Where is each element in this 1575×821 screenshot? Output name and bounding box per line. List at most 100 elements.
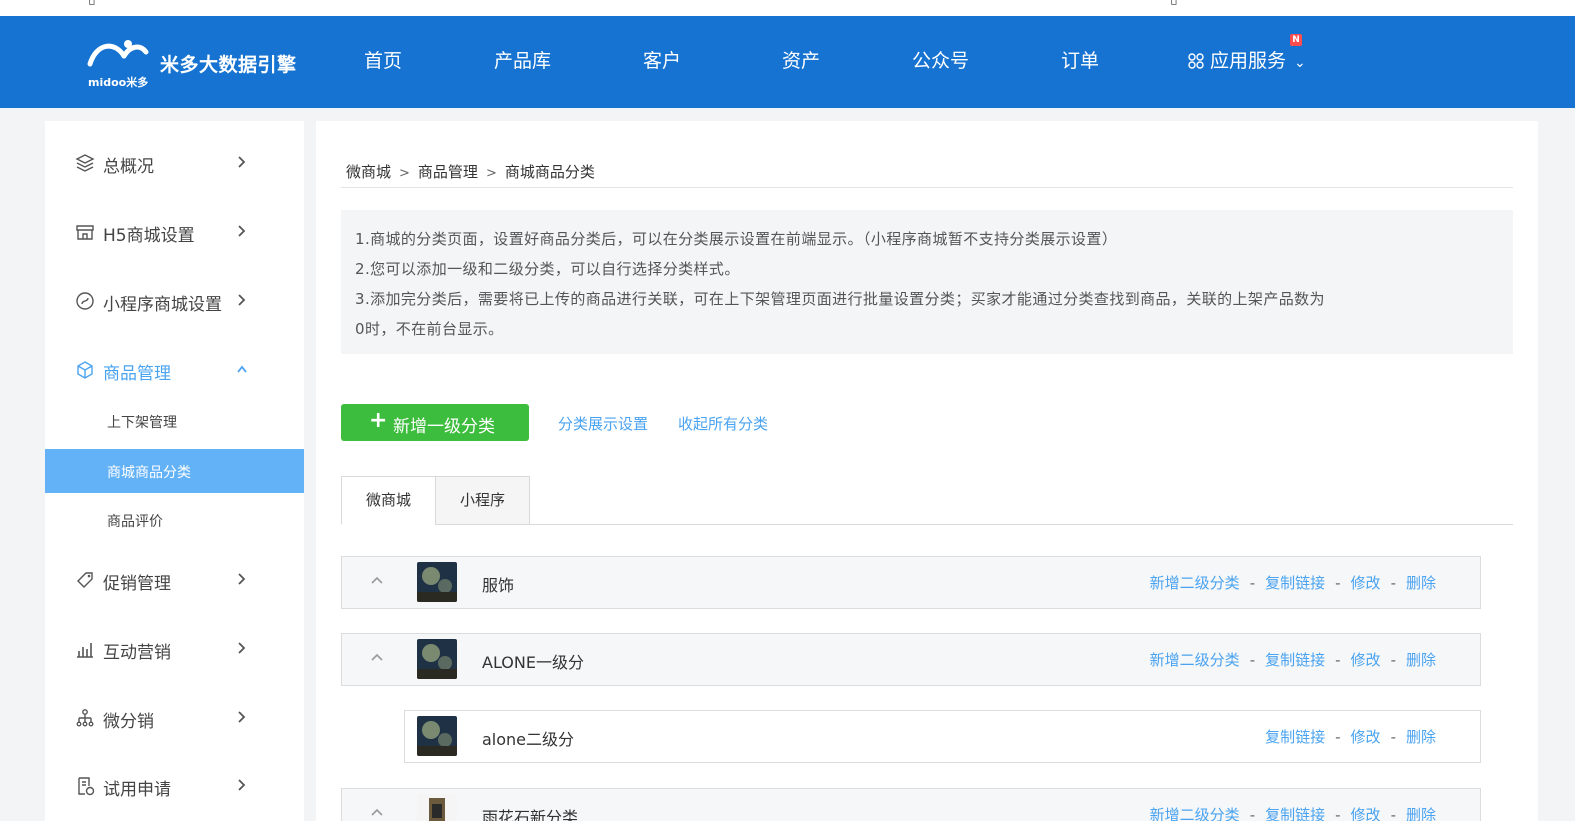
breadcrumb-item[interactable]: 商品管理 xyxy=(418,163,478,181)
nav-official-account[interactable]: 公众号 xyxy=(912,46,969,73)
category-thumbnail xyxy=(417,794,457,821)
category-name: 雨花石新分类 xyxy=(482,808,579,821)
delete-link[interactable]: 删除 xyxy=(1406,651,1436,669)
action-separator: - xyxy=(1249,806,1256,821)
nav-products[interactable]: 产品库 xyxy=(494,46,551,73)
sidebar-item-distribution[interactable]: 微分销 xyxy=(45,696,304,740)
nav-customers[interactable]: 客户 xyxy=(643,46,681,73)
sidebar-item-label: 互动营销 xyxy=(103,643,171,663)
action-separator: - xyxy=(1335,651,1341,669)
nav-assets[interactable]: 资产 xyxy=(782,46,820,73)
sidebar-item-trial-application[interactable]: 试用申请 xyxy=(45,764,304,808)
sidebar-item-h5-mall[interactable]: H5商城设置 xyxy=(45,210,304,254)
sidebar-subitem-label: 上下架管理 xyxy=(107,415,177,431)
nav-app-services[interactable]: 应用服务 ⌄ xyxy=(1188,46,1306,73)
sidebar-item-product-management[interactable]: 商品管理 xyxy=(45,348,304,392)
form-icon xyxy=(78,777,95,796)
category-thumbnail xyxy=(417,639,457,679)
edit-link[interactable]: 修改 xyxy=(1351,806,1381,821)
copy-link-link[interactable]: 复制链接 xyxy=(1265,651,1325,669)
copy-link-link[interactable]: 复制链接 xyxy=(1265,574,1325,592)
chevron-down-icon: ⌄ xyxy=(1294,55,1306,71)
add-top-category-label: 新增一级分类 xyxy=(393,417,495,437)
nav-orders[interactable]: 订单 xyxy=(1061,46,1099,73)
action-separator: - xyxy=(1335,574,1341,592)
sidebar-subitem-shelf-management[interactable]: 上下架管理 xyxy=(45,399,304,443)
chevron-right-icon xyxy=(238,573,246,585)
category-thumbnail xyxy=(417,716,457,756)
breadcrumb: 微商城 > 商品管理 > 商城商品分类 xyxy=(346,161,595,182)
notice-line: 2.您可以添加一级和二级分类，可以自行选择分类样式。 xyxy=(355,260,740,278)
chevron-right-icon xyxy=(238,779,246,791)
category-row: 雨花石新分类 新增二级分类 - 复制链接 - 修改 - 删除 xyxy=(341,788,1481,821)
layers-icon xyxy=(75,154,95,172)
action-separator: - xyxy=(1390,806,1396,821)
breadcrumb-separator: > xyxy=(485,166,497,181)
sidebar-item-interactive-marketing[interactable]: 互动营销 xyxy=(45,627,304,671)
collapse-toggle-icon[interactable] xyxy=(370,573,384,587)
nav-home[interactable]: 首页 xyxy=(364,46,402,73)
plus-icon: + xyxy=(369,408,388,433)
sidebar-item-mini-program-mall[interactable]: 小程序商城设置 xyxy=(45,279,304,323)
sidebar-item-label: 促销管理 xyxy=(103,574,171,594)
org-tree-icon xyxy=(76,709,94,727)
nav-app-services-label: 应用服务 xyxy=(1210,50,1287,72)
cube-icon xyxy=(77,361,93,379)
category-actions: 新增二级分类 - 复制链接 - 修改 - 删除 xyxy=(1150,572,1436,593)
action-separator: - xyxy=(1335,728,1341,746)
action-separator: - xyxy=(1335,806,1341,821)
breadcrumb-item-current: 商城商品分类 xyxy=(504,163,595,181)
action-separator: - xyxy=(1249,651,1256,669)
edit-link[interactable]: 修改 xyxy=(1351,574,1381,592)
category-name: ALONE一级分 xyxy=(482,653,584,672)
sidebar-item-label: 小程序商城设置 xyxy=(103,295,222,315)
category-actions: 复制链接 - 修改 - 删除 xyxy=(1265,726,1436,747)
action-separator: - xyxy=(1390,728,1396,746)
divider xyxy=(341,187,1513,188)
sidebar-item-promotion[interactable]: 促销管理 xyxy=(45,558,304,602)
chevron-right-icon xyxy=(238,225,246,237)
top-bar-fragment: ▯ xyxy=(1170,0,1178,7)
sidebar-item-overview[interactable]: 总概况 xyxy=(45,141,304,185)
shop-icon xyxy=(76,225,94,240)
copy-link-link[interactable]: 复制链接 xyxy=(1265,806,1325,821)
brand-logo[interactable]: 米多大数据引擎 midoo米多 xyxy=(84,38,314,89)
category-row: 服饰 新增二级分类 - 复制链接 - 修改 - 删除 xyxy=(341,556,1481,609)
bar-chart-icon xyxy=(77,643,93,658)
sidebar-item-label: H5商城设置 xyxy=(103,226,195,246)
category-actions: 新增二级分类 - 复制链接 - 修改 - 删除 xyxy=(1150,804,1436,821)
add-subcategory-link[interactable]: 新增二级分类 xyxy=(1150,574,1240,592)
chevron-right-icon xyxy=(238,156,246,168)
copy-link-link[interactable]: 复制链接 xyxy=(1265,728,1325,746)
sidebar-subitem-product-reviews[interactable]: 商品评价 xyxy=(45,498,304,542)
action-separator: - xyxy=(1249,574,1256,592)
chevron-right-icon xyxy=(238,642,246,654)
tab-mini-program[interactable]: 小程序 xyxy=(435,476,530,525)
collapse-toggle-icon[interactable] xyxy=(370,805,384,819)
main-content: 微商城 > 商品管理 > 商城商品分类 1.商城的分类页面，设置好商品分类后，可以在分类… xyxy=(316,121,1538,821)
sidebar: 总概况 H5商城设置 小程序商城设置 商品管理 上下架管理 商城商品分类 商品评… xyxy=(45,121,304,821)
top-utility-bar: ▯ ▯ xyxy=(0,0,1575,16)
breadcrumb-item[interactable]: 微商城 xyxy=(346,163,391,181)
breadcrumb-separator: > xyxy=(399,166,410,181)
category-name: alone二级分 xyxy=(482,730,575,749)
delete-link[interactable]: 删除 xyxy=(1406,728,1436,746)
collapse-all-link[interactable]: 收起所有分类 xyxy=(678,413,768,434)
brand-name: 米多大数据引擎 xyxy=(160,54,297,76)
delete-link[interactable]: 删除 xyxy=(1406,574,1436,592)
notice-line: 0时，不在前台显示。 xyxy=(355,320,504,338)
sidebar-item-label: 微分销 xyxy=(103,712,154,732)
sidebar-subitem-mall-categories[interactable]: 商城商品分类 xyxy=(45,449,304,493)
add-top-category-button[interactable]: + 新增一级分类 xyxy=(341,404,529,441)
tab-wechat-mall[interactable]: 微商城 xyxy=(341,476,436,525)
add-subcategory-link[interactable]: 新增二级分类 xyxy=(1150,806,1240,821)
delete-link[interactable]: 删除 xyxy=(1406,806,1436,821)
edit-link[interactable]: 修改 xyxy=(1351,651,1381,669)
new-badge: N xyxy=(1290,34,1302,46)
edit-link[interactable]: 修改 xyxy=(1351,728,1381,746)
top-bar-fragment: ▯ xyxy=(88,0,96,7)
tag-icon xyxy=(77,572,93,588)
add-subcategory-link[interactable]: 新增二级分类 xyxy=(1150,651,1240,669)
collapse-toggle-icon[interactable] xyxy=(370,650,384,664)
category-display-settings-link[interactable]: 分类展示设置 xyxy=(558,413,648,434)
